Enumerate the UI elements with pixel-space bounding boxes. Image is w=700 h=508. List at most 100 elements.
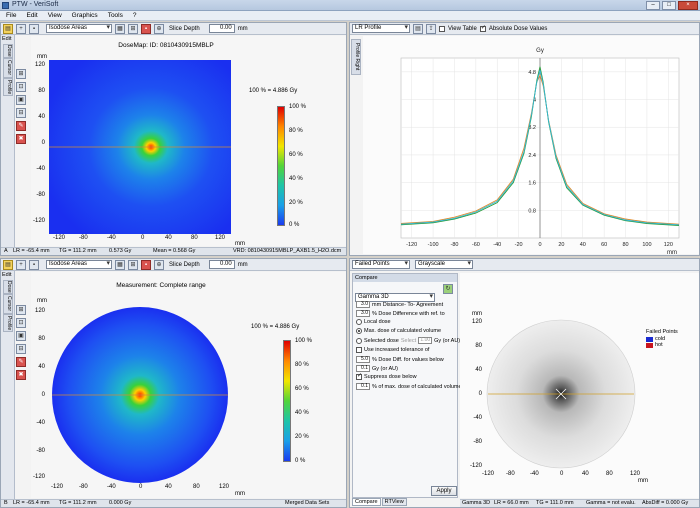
display-mode-select[interactable]: Isodose Areas xyxy=(46,260,112,269)
y-tick-labels: 120 80 40 0 -40 -80 -120 xyxy=(460,319,482,469)
view-table-checkbox[interactable] xyxy=(439,25,445,32)
grid-icon[interactable]: ▦ xyxy=(115,23,125,34)
y-tick: 120 xyxy=(471,319,482,325)
menu-file[interactable]: File xyxy=(6,11,16,20)
minimize-button[interactable]: – xyxy=(646,1,660,10)
slice-depth-input[interactable]: 0.00 xyxy=(208,260,235,269)
edit-label[interactable]: Edit xyxy=(1,271,14,279)
selected-dose-radio[interactable] xyxy=(356,337,362,344)
max-dose-radio[interactable] xyxy=(356,328,362,334)
x-tick-label: -120 xyxy=(406,242,417,248)
tab-dose[interactable]: Dose xyxy=(3,44,13,58)
compare-mode-select[interactable]: Failed Points xyxy=(352,260,410,269)
compare-header: Compare xyxy=(353,274,457,282)
local-dose-radio[interactable] xyxy=(356,319,362,325)
tool-5-icon[interactable]: ✎ xyxy=(16,357,26,367)
color-icon[interactable]: ▪ xyxy=(141,259,151,270)
suppress-dose-checkbox[interactable] xyxy=(356,372,362,380)
y-tick: 0 xyxy=(41,140,45,146)
status-lr: LR = -65.4 mm xyxy=(13,500,50,506)
x-tick-label: 80 xyxy=(622,242,628,248)
y-tick: 40 xyxy=(38,364,45,370)
palette-select[interactable]: Grayscale xyxy=(415,260,473,269)
tab-dose[interactable]: Dose xyxy=(3,280,13,294)
method-refresh-icon[interactable]: ↻ xyxy=(443,284,453,294)
slice-depth-unit: mm xyxy=(237,25,248,32)
edit-label[interactable]: Edit xyxy=(1,35,14,43)
add-icon[interactable]: + xyxy=(16,259,26,270)
selected-dose-input[interactable]: 1.00 xyxy=(418,337,433,344)
close-button[interactable]: × xyxy=(678,1,698,10)
x-unit: mm xyxy=(638,478,648,484)
x-tick: 80 xyxy=(191,235,198,241)
apply-button[interactable]: Apply xyxy=(431,486,457,496)
colorbar-tick: 0 % xyxy=(295,458,306,464)
grid-icon[interactable]: ▦ xyxy=(115,259,125,270)
tool-1-icon[interactable]: ⊞ xyxy=(16,69,26,79)
measurement-image xyxy=(52,307,228,483)
dosemap-title: DoseMap: ID: 0810430915MBLP xyxy=(118,42,214,49)
y-tick: 40 xyxy=(475,367,482,373)
menu-view[interactable]: View xyxy=(48,11,62,20)
menu-edit[interactable]: Edit xyxy=(26,11,37,20)
gamma-canvas[interactable]: mm 120 80 40 0 -40 -80 -120 -120 -80 -40… xyxy=(460,273,699,498)
dosemap-canvas[interactable]: DoseMap: ID: 0810430915MBLP mm 120 80 40… xyxy=(31,36,346,247)
profile-mode-select[interactable]: LR Profile xyxy=(352,24,410,33)
tool-4-icon[interactable]: ⊟ xyxy=(16,108,26,118)
tool-3-icon[interactable]: ▣ xyxy=(16,331,26,341)
increased-threshold-input[interactable]: 0.1 xyxy=(356,365,370,372)
dosemap-pane: ▤ + ▪ Isodose Areas ▦ ⊞ ▪ ⊕ Slice Depth … xyxy=(0,22,347,256)
tool-1-icon[interactable]: ⊞ xyxy=(16,305,26,315)
y-tick: 0 xyxy=(41,392,45,398)
tab-profile[interactable]: Profile xyxy=(3,78,13,96)
tab-profile-right[interactable]: Profile Right xyxy=(351,39,361,75)
tab-cursor[interactable]: Cursor xyxy=(3,58,13,78)
profile-icon[interactable]: ⊞ xyxy=(128,23,138,34)
tool-3-icon[interactable]: ▣ xyxy=(16,95,26,105)
print-icon[interactable]: ▤ xyxy=(413,23,423,34)
profile-chart-area[interactable]: -120 -100 -80 -60 -40 -20 0 20 40 60 80 100 120 0.8 1.… xyxy=(363,36,699,254)
tool-4-icon[interactable]: ⊟ xyxy=(16,344,26,354)
menu-help[interactable]: ? xyxy=(133,11,137,20)
tab-cursor[interactable]: Cursor xyxy=(3,294,13,314)
colorbar xyxy=(283,340,291,462)
y-tick-label: 1.6 xyxy=(528,181,536,187)
tab-compare[interactable]: Compare xyxy=(352,498,381,506)
open-folder-icon[interactable]: ▤ xyxy=(3,23,13,34)
tool-5-icon[interactable]: ✎ xyxy=(16,121,26,131)
profile-icon[interactable]: ⊞ xyxy=(128,259,138,270)
zoom-icon[interactable]: ⊕ xyxy=(154,259,164,270)
maximize-button[interactable]: □ xyxy=(662,1,676,10)
tab-profile[interactable]: Profile xyxy=(3,314,13,332)
dta-label: mm Distance- To- Agreement xyxy=(372,301,444,308)
color-icon[interactable]: ▪ xyxy=(141,23,151,34)
add-icon[interactable]: + xyxy=(16,23,26,34)
save-icon[interactable]: ▪ xyxy=(29,23,39,34)
tool-2-icon[interactable]: ⊡ xyxy=(16,318,26,328)
absolute-dose-checkbox[interactable] xyxy=(479,24,486,32)
tool-6-icon[interactable]: ✖ xyxy=(16,134,26,144)
export-icon[interactable]: ⇪ xyxy=(426,23,436,34)
tool-2-icon[interactable]: ⊡ xyxy=(16,82,26,92)
open-folder-icon[interactable]: ▤ xyxy=(3,259,13,270)
increased-tolerance-checkbox[interactable] xyxy=(356,347,362,353)
save-icon[interactable]: ▪ xyxy=(29,259,39,270)
y-tick: -80 xyxy=(473,439,482,445)
display-mode-select[interactable]: Isodose Areas xyxy=(46,24,112,33)
legend-title: Failed Points xyxy=(646,329,678,335)
dose-diff-input[interactable]: 3.0 xyxy=(356,310,370,317)
suppress-dose-input[interactable]: 0.1 xyxy=(356,383,370,390)
x-tick: 120 xyxy=(219,484,230,490)
menu-graphics[interactable]: Graphics xyxy=(72,11,98,20)
tool-6-icon[interactable]: ✖ xyxy=(16,370,26,380)
x-tick: -40 xyxy=(107,235,116,241)
dta-input[interactable]: 3.0 xyxy=(356,301,370,308)
measurement-canvas[interactable]: Measurement: Complete range mm 120 80 40… xyxy=(31,272,346,498)
increased-tolerance-input[interactable]: 5.0 xyxy=(356,356,370,363)
tab-rtview[interactable]: RTView xyxy=(381,498,407,506)
slice-depth-input[interactable]: 0.00 xyxy=(208,24,235,33)
zoom-icon[interactable]: ⊕ xyxy=(154,23,164,34)
colorbar xyxy=(277,106,285,226)
colorbar-tick: 100 % xyxy=(295,338,313,344)
menu-tools[interactable]: Tools xyxy=(108,11,123,20)
